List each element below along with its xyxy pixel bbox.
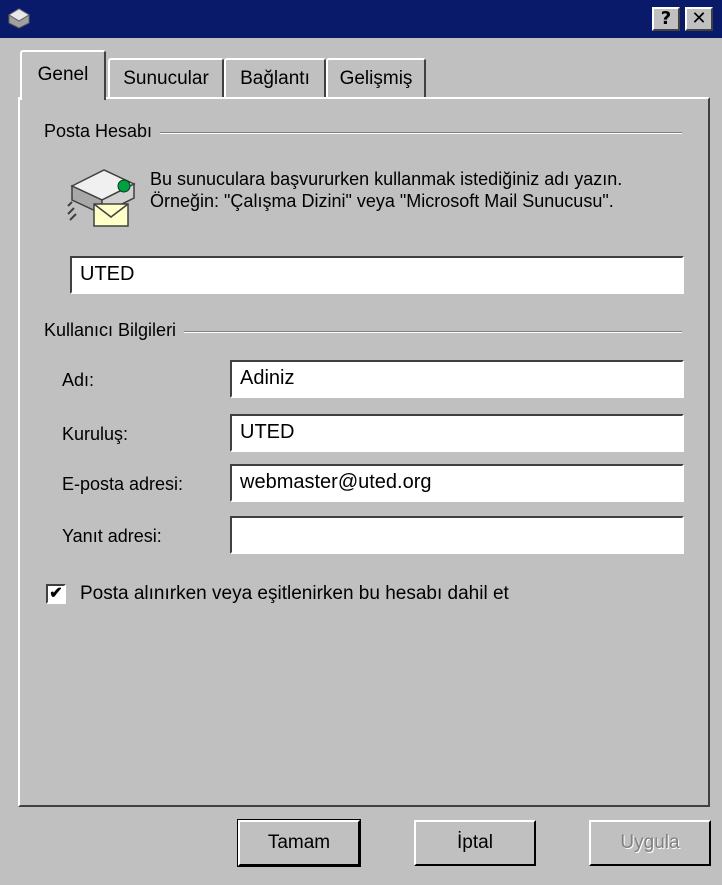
reply-address-input[interactable]: [230, 516, 684, 554]
mail-account-icon: [8, 8, 30, 29]
include-account-label[interactable]: Posta alınırken veya eşitlenirken bu hes…: [80, 583, 509, 605]
help-button[interactable]: ?: [652, 7, 680, 31]
mail-server-icon: [67, 169, 136, 227]
include-account-checkbox[interactable]: ✔: [46, 584, 66, 604]
checkmark-icon: ✔: [49, 585, 63, 602]
title-bar[interactable]: ? ✕: [0, 0, 722, 38]
kullanici-bilgileri-group-label: Kullanıcı Bilgileri: [44, 320, 185, 341]
posta-hesabi-group-label: Posta Hesabı: [44, 121, 161, 142]
organization-label: Kuruluş:: [62, 424, 129, 444]
email-input[interactable]: webmaster@uted.org: [230, 464, 684, 502]
name-label: Adı:: [62, 370, 95, 390]
reply-address-label: Yanıt adresi:: [62, 526, 162, 546]
account-name-input[interactable]: UTED: [70, 256, 684, 294]
ok-button[interactable]: Tamam: [237, 819, 361, 867]
account-name-description: Bu sunuculara başvururken kullanmak iste…: [150, 169, 623, 211]
apply-button[interactable]: Uygula: [589, 820, 711, 866]
tab-sunucular[interactable]: Sunucular: [108, 58, 224, 98]
name-input[interactable]: Adiniz: [230, 360, 684, 398]
close-button[interactable]: ✕: [685, 7, 713, 31]
organization-input[interactable]: UTED: [230, 414, 684, 452]
tab-genel[interactable]: Genel: [20, 50, 106, 100]
tab-baglanti[interactable]: Bağlantı: [224, 58, 326, 98]
cancel-button[interactable]: İptal: [414, 820, 536, 866]
tab-gelismis[interactable]: Gelişmiş: [326, 58, 426, 98]
email-label: E-posta adresi:: [62, 474, 184, 494]
